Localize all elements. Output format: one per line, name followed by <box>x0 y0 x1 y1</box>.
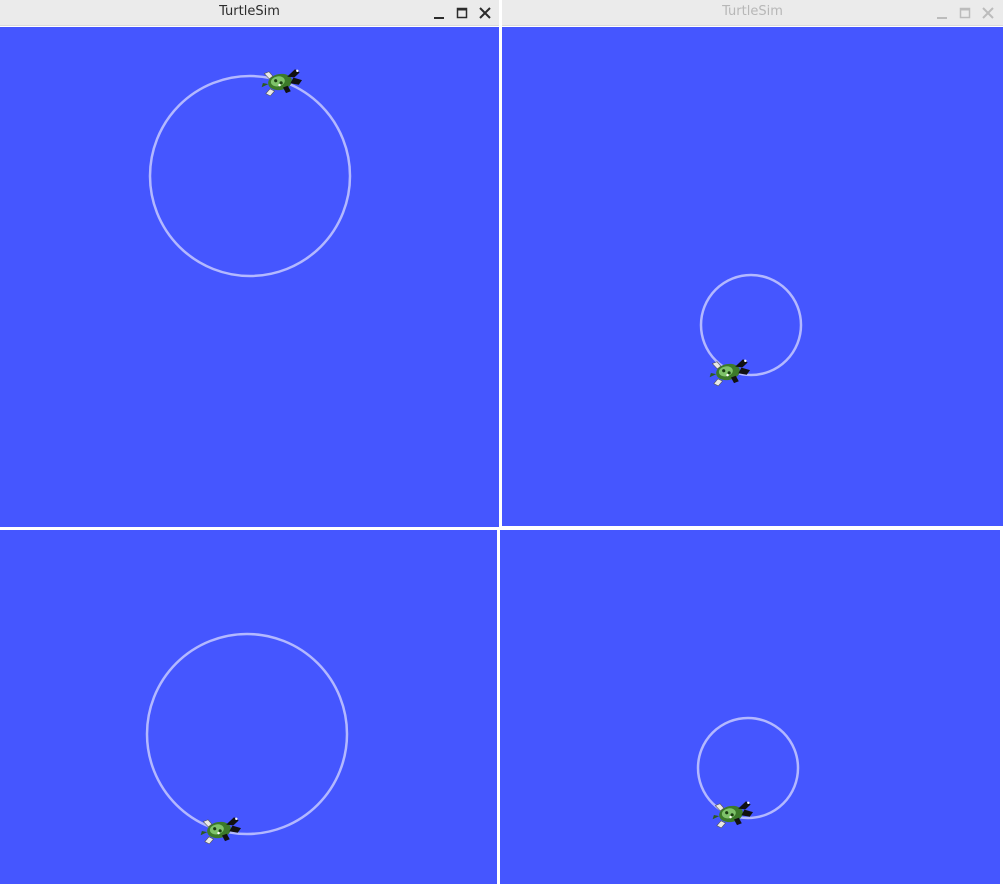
turtle-canvas <box>0 27 499 527</box>
turtlesim-window-bottom-left[interactable] <box>0 530 497 884</box>
pen-trail-circle <box>699 273 803 377</box>
turtle-icon <box>197 813 244 846</box>
minimize-icon[interactable] <box>932 3 952 23</box>
maximize-icon[interactable] <box>452 3 472 23</box>
close-icon[interactable] <box>978 3 998 23</box>
turtle-canvas <box>500 530 1000 884</box>
pen-trail-circle <box>145 632 349 836</box>
turtle-icon <box>709 797 756 830</box>
window-title: TurtleSim <box>219 4 280 19</box>
maximize-icon[interactable] <box>955 3 975 23</box>
turtle-icon <box>706 355 753 388</box>
turtle-icon <box>258 65 305 98</box>
window-title: TurtleSim <box>722 4 783 19</box>
turtlesim-window-top-right[interactable]: TurtleSim <box>502 0 1003 526</box>
window-titlebar[interactable]: TurtleSim <box>502 0 1003 26</box>
turtle-canvas <box>502 27 1003 526</box>
turtle-canvas <box>0 530 497 884</box>
window-titlebar[interactable]: TurtleSim <box>0 0 499 26</box>
pen-trail-circle <box>148 74 352 278</box>
turtlesim-window-bottom-right[interactable] <box>500 530 1000 884</box>
close-icon[interactable] <box>475 3 495 23</box>
turtlesim-window-top-left[interactable]: TurtleSim <box>0 0 499 527</box>
minimize-icon[interactable] <box>429 3 449 23</box>
